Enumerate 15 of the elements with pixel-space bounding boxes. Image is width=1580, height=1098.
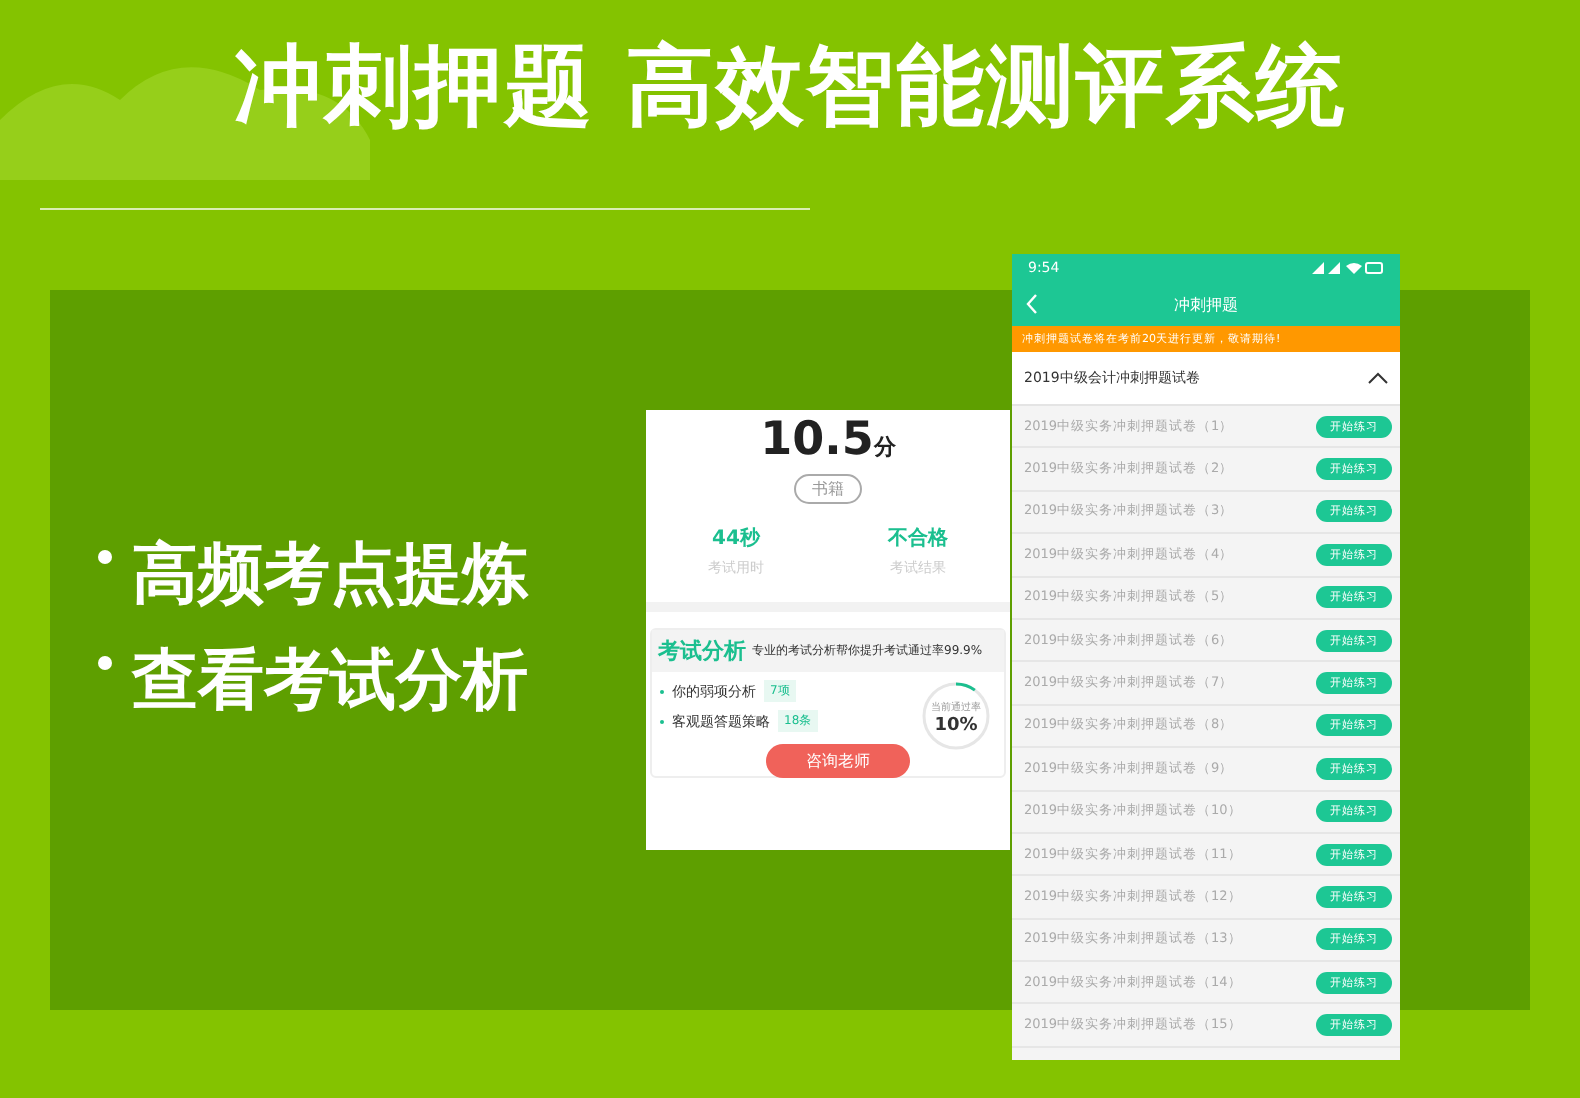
feature-text: 高频考点提炼 <box>132 532 528 616</box>
headline: 冲刺押题 高效智能测评系统 <box>233 34 1347 142</box>
bullet-icon <box>98 656 112 670</box>
tag: 书籍 <box>794 474 862 504</box>
bullet-icon <box>98 550 112 564</box>
stat-value: 不合格 <box>888 525 948 552</box>
score: 10.5分 <box>760 414 896 466</box>
back-icon[interactable] <box>1026 294 1038 314</box>
feature-text: 查看考试分析 <box>132 638 528 722</box>
consult-button[interactable]: 咨询老师 <box>766 744 910 778</box>
screen-title: 冲刺押题 <box>1174 293 1238 315</box>
gauge-reading: 10% <box>934 715 978 735</box>
status-icons <box>1312 262 1384 274</box>
stat-value: 44秒 <box>712 525 760 552</box>
analysis-title: 考试分析 <box>658 636 746 666</box>
